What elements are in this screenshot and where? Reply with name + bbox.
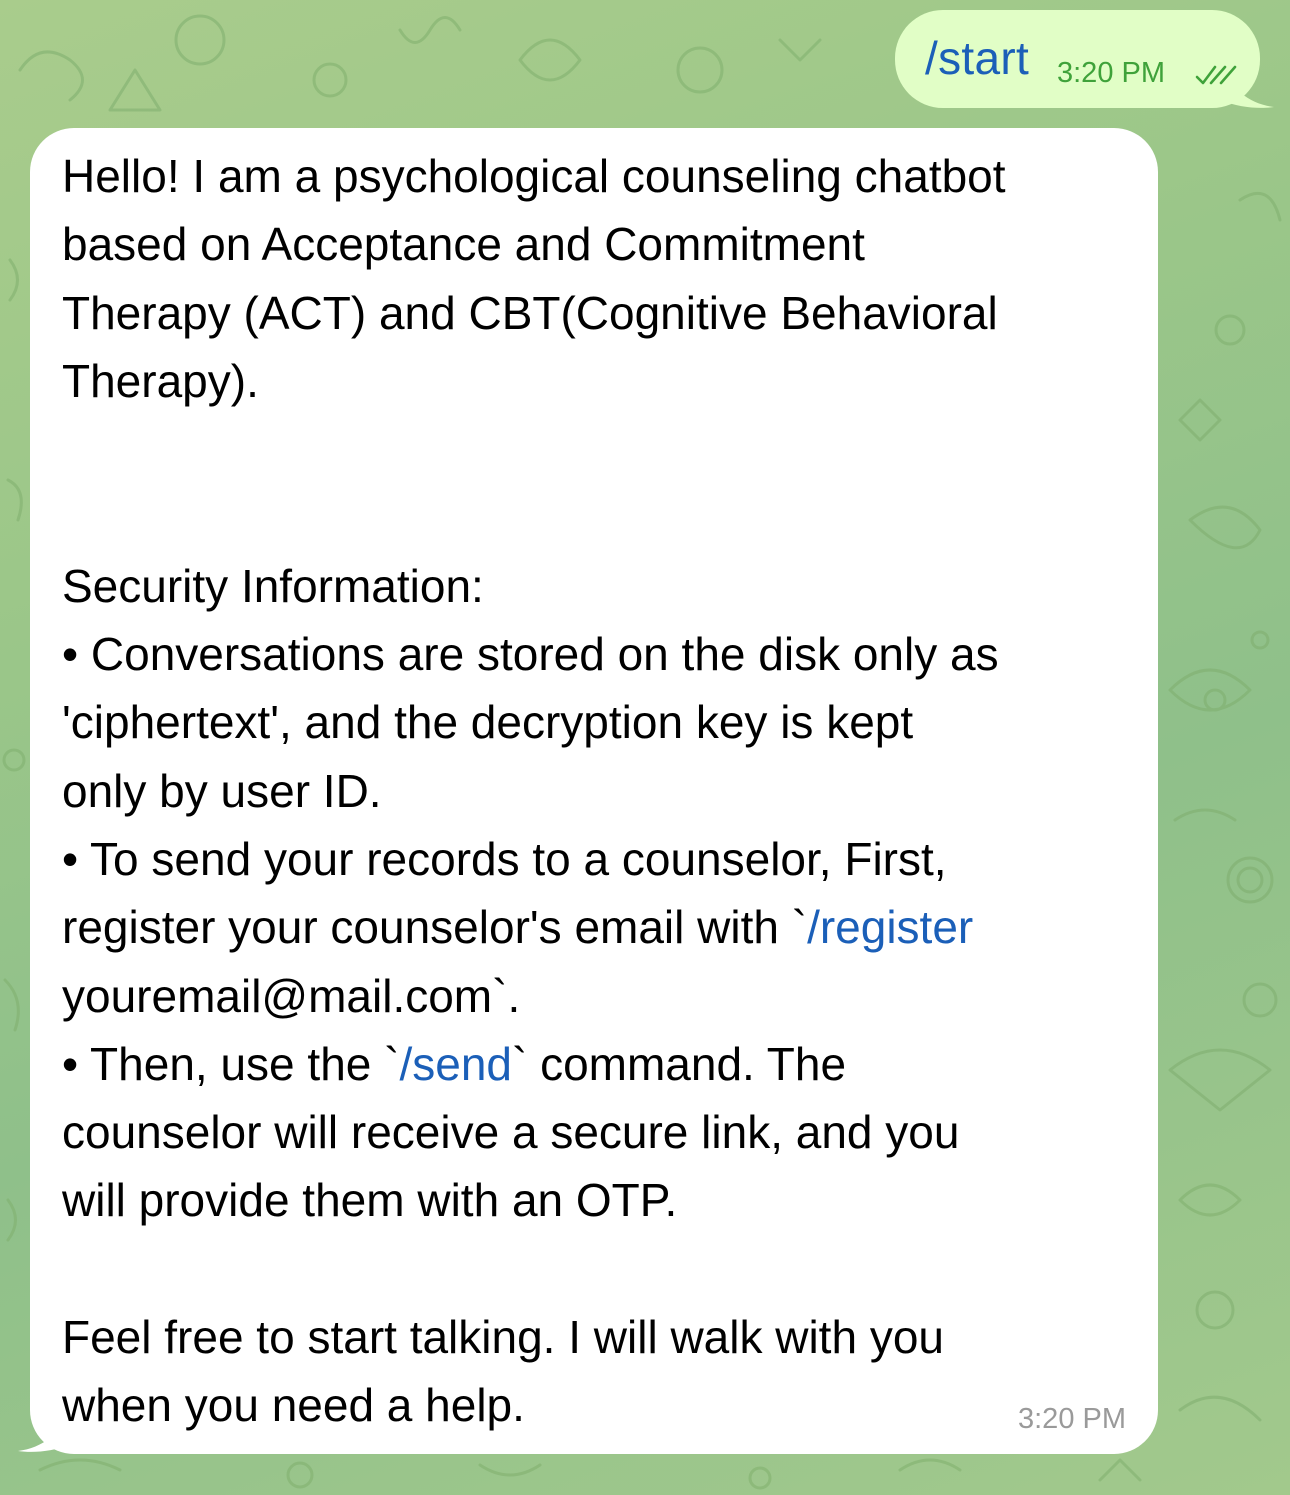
outgoing-message-time: 3:20 PM xyxy=(1057,57,1165,89)
security-heading: Security Information: xyxy=(62,559,484,612)
register-command-link[interactable]: /register xyxy=(807,901,973,953)
outgoing-message-bubble[interactable]: /start 3:20 PM xyxy=(895,10,1260,108)
message-line: Therapy). xyxy=(62,354,259,407)
message-line: will provide them with an OTP. xyxy=(62,1174,678,1227)
message-line: Feel free to start talking. I will walk … xyxy=(62,1311,944,1364)
message-line: when you need a help. xyxy=(62,1379,525,1432)
message-line: Hello! I am a psychological counseling c… xyxy=(62,150,1006,202)
double-check-icon xyxy=(1195,65,1237,85)
send-command-link[interactable]: /send xyxy=(399,1038,512,1090)
message-text-segment: • Then, use the ` xyxy=(62,1037,400,1090)
message-line: Therapy (ACT) and CBT(Cognitive Behavior… xyxy=(62,286,998,339)
message-line: youremail@mail.com`. xyxy=(62,969,521,1022)
message-line: counselor will receive a secure link, an… xyxy=(62,1106,960,1159)
incoming-message-bubble[interactable]: Hello! I am a psychological counseling c… xyxy=(30,128,1158,1454)
message-text-segment: ` command. The xyxy=(511,1037,847,1090)
incoming-message-text: Hello! I am a psychological counseling c… xyxy=(62,142,1142,1440)
outgoing-message-text[interactable]: /start xyxy=(925,32,1029,84)
message-line: • Conversations are stored on the disk o… xyxy=(62,628,999,681)
incoming-message-time: 3:20 PM xyxy=(1018,1403,1126,1435)
message-line: register your counselor's email with `/r… xyxy=(62,893,1142,961)
message-line: only by user ID. xyxy=(62,764,382,817)
message-line: based on Acceptance and Commitment xyxy=(62,218,865,271)
message-text-segment: register your counselor's email with ` xyxy=(62,901,808,954)
message-line: 'ciphertext', and the decryption key is … xyxy=(62,696,914,749)
message-line: • To send your records to a counselor, F… xyxy=(62,832,947,885)
message-line: • Then, use the `/send` command. The xyxy=(62,1030,1142,1098)
